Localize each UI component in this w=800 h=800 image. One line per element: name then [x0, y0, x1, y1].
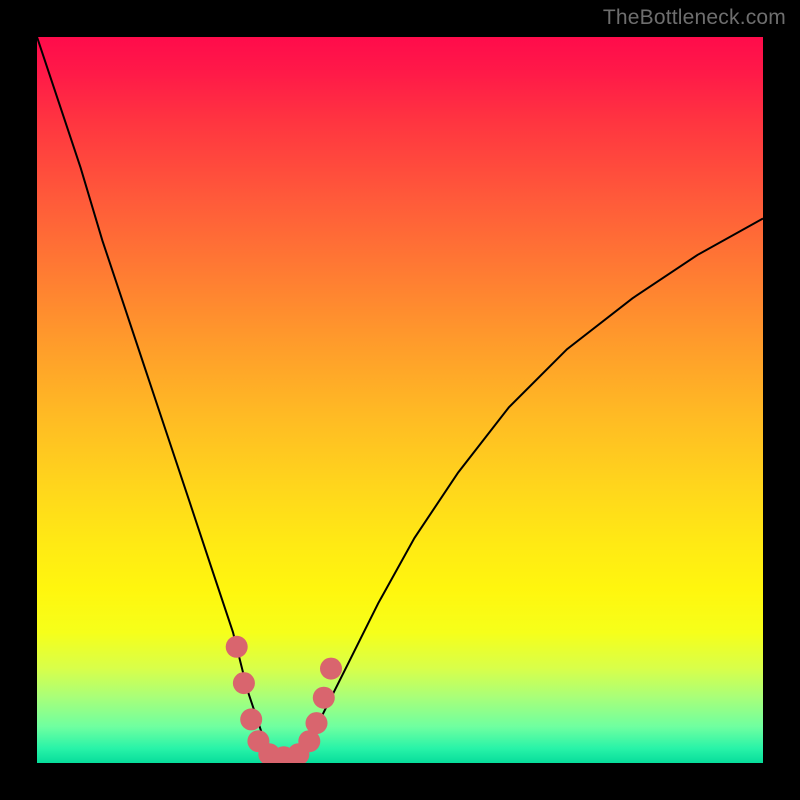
- marker-point: [233, 672, 255, 694]
- watermark-text: TheBottleneck.com: [603, 6, 786, 30]
- chart-frame: TheBottleneck.com: [0, 0, 800, 800]
- marker-point: [240, 708, 262, 730]
- marker-point: [313, 687, 335, 709]
- marker-point: [226, 636, 248, 658]
- bottleneck-curve: [37, 37, 763, 759]
- chart-svg: [37, 37, 763, 763]
- marker-group: [226, 636, 342, 763]
- marker-point: [320, 658, 342, 680]
- plot-area: [37, 37, 763, 763]
- marker-point: [306, 712, 328, 734]
